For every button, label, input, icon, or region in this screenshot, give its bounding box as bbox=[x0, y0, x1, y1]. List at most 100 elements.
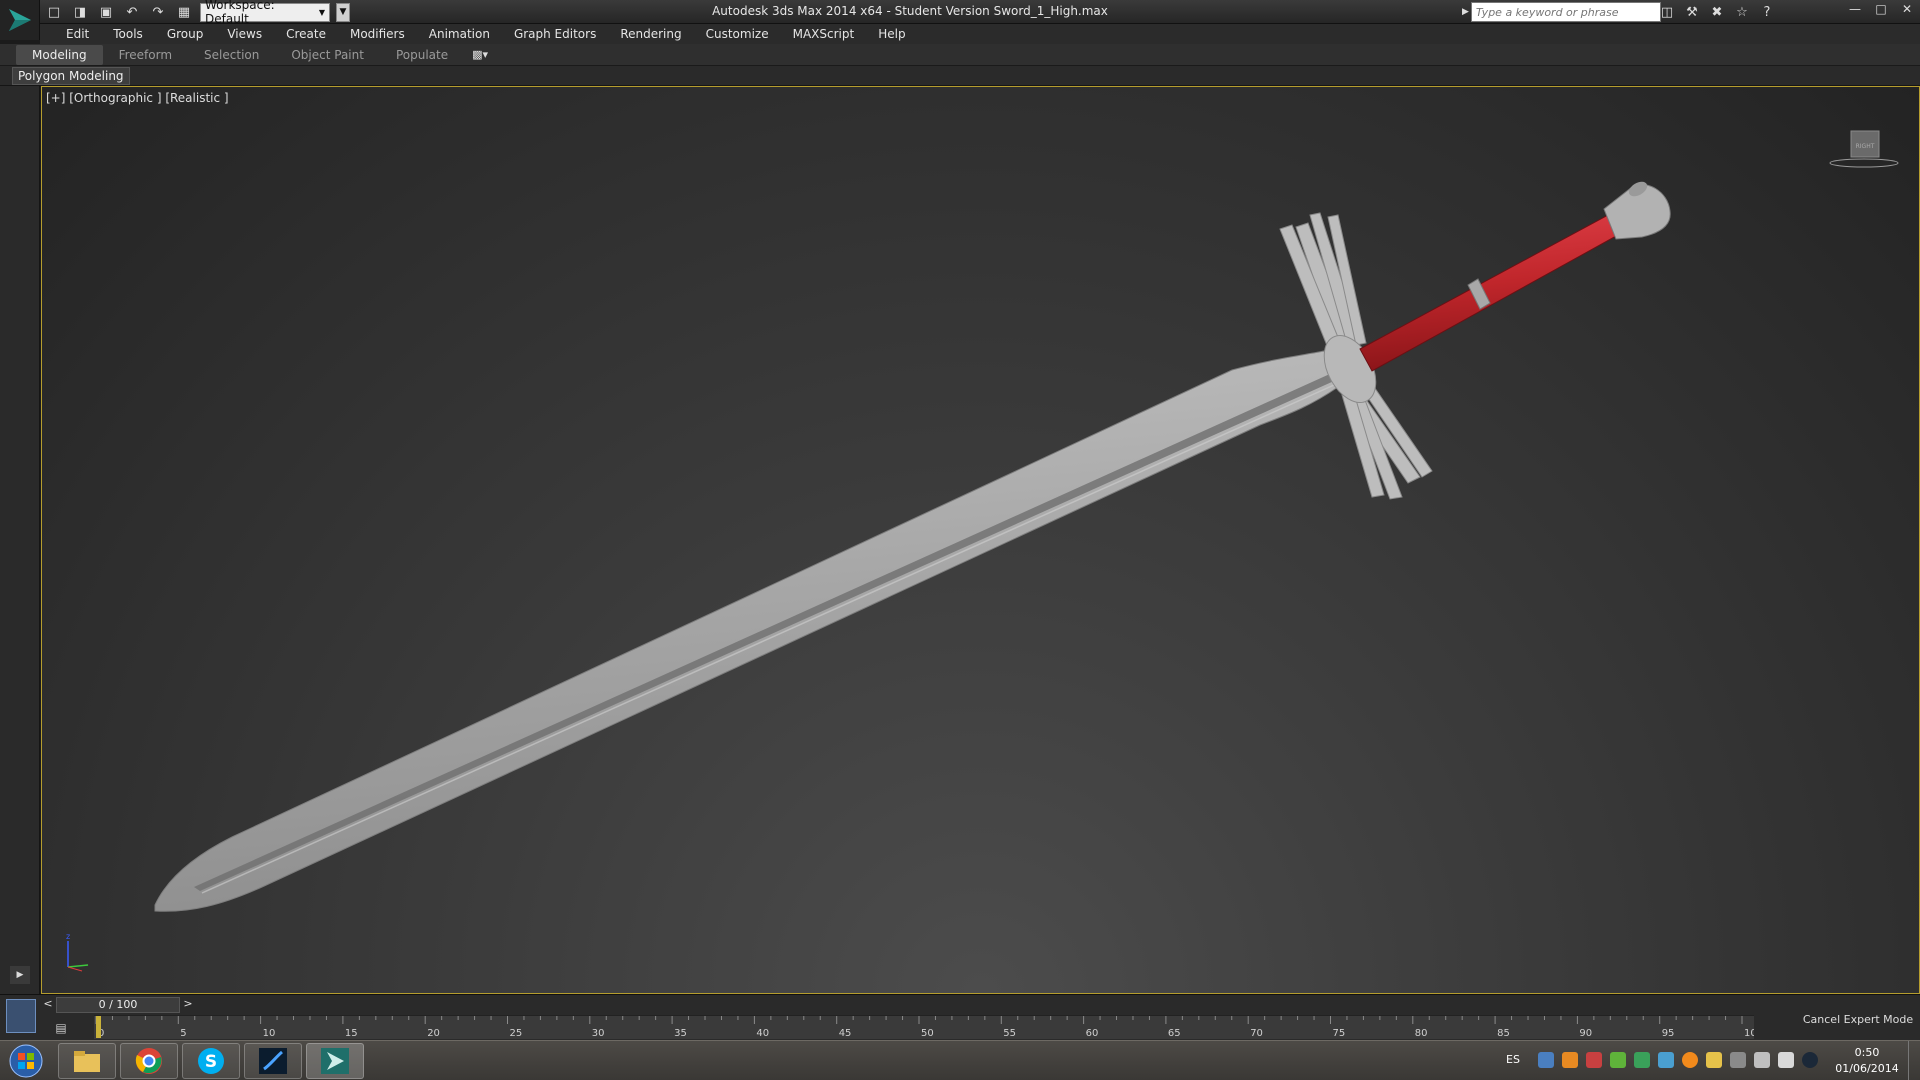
exchange-icon[interactable]: ✖ bbox=[1708, 3, 1726, 21]
menu-graph-editors[interactable]: Graph Editors bbox=[502, 27, 608, 41]
ribbon-side-strip: ▶ bbox=[0, 86, 40, 994]
action-center-flag-icon[interactable] bbox=[1778, 1052, 1794, 1068]
axis-z-label: z bbox=[66, 932, 70, 941]
timeline-tick-label: 55 bbox=[1003, 1028, 1016, 1039]
ribbon-options-icon[interactable]: ▩▾ bbox=[472, 48, 496, 61]
timeline-tick-label: 70 bbox=[1250, 1028, 1263, 1039]
close-icon[interactable]: ✕ bbox=[1894, 0, 1920, 18]
minimize-icon[interactable]: — bbox=[1842, 0, 1868, 18]
clock-date: 01/06/2014 bbox=[1835, 1062, 1899, 1075]
game-launcher-icon[interactable] bbox=[244, 1043, 302, 1079]
timeline-tick-label: 50 bbox=[921, 1028, 934, 1039]
menu-help[interactable]: Help bbox=[866, 27, 917, 41]
next-frame-button[interactable]: > bbox=[182, 997, 194, 1013]
timeline-tick-label: 15 bbox=[345, 1028, 358, 1039]
window-controls: — □ ✕ bbox=[1842, 0, 1920, 18]
curve-editor-icon[interactable]: ▤ bbox=[50, 1019, 72, 1037]
application-button[interactable] bbox=[0, 0, 40, 40]
viewport-label[interactable]: [+] [Orthographic ] [Realistic ] bbox=[46, 91, 229, 105]
menu-maxscript[interactable]: MAXScript bbox=[781, 27, 867, 41]
timeline-tick-label: 90 bbox=[1579, 1028, 1592, 1039]
project-folder-icon[interactable]: ▦ bbox=[174, 3, 194, 21]
maximize-icon[interactable]: □ bbox=[1868, 0, 1894, 18]
viewport-orthographic[interactable]: [+] [Orthographic ] [Realistic ] RIGHT z bbox=[41, 86, 1920, 994]
sword-fuller-highlight bbox=[201, 384, 1335, 894]
binoculars-icon[interactable]: ◫ bbox=[1658, 3, 1676, 21]
avast-tray-icon[interactable] bbox=[1682, 1052, 1698, 1068]
polygon-modeling-panel[interactable]: Polygon Modeling bbox=[12, 67, 130, 85]
track-bar[interactable]: 0 5 10 15 20 25 30 35 40 45 50 55 60 65 70 75 80 85 90 95 10… bbox=[94, 1015, 1754, 1039]
timeline-tick-label: 60 bbox=[1086, 1028, 1099, 1039]
folder-tray-icon[interactable] bbox=[1706, 1052, 1722, 1068]
timeline-tick-label: 80 bbox=[1415, 1028, 1428, 1039]
network-tray-icon[interactable] bbox=[1538, 1052, 1554, 1068]
current-frame-marker[interactable] bbox=[96, 1016, 101, 1038]
workspace-dropdown[interactable]: Workspace: Default ▼ bbox=[200, 0, 330, 26]
tab-modeling[interactable]: Modeling bbox=[16, 44, 103, 65]
show-desktop-button[interactable] bbox=[1908, 1041, 1920, 1080]
timeline-tick-label: 45 bbox=[839, 1028, 852, 1039]
new-file-icon[interactable]: □ bbox=[44, 3, 64, 21]
time-slider[interactable]: 0 / 100 bbox=[56, 997, 180, 1013]
menu-create[interactable]: Create bbox=[274, 27, 338, 41]
menu-modifiers[interactable]: Modifiers bbox=[338, 27, 417, 41]
menu-animation[interactable]: Animation bbox=[417, 27, 502, 41]
open-file-icon[interactable]: ◨ bbox=[70, 3, 90, 21]
skype-icon[interactable]: S bbox=[182, 1043, 240, 1079]
sword-grip[interactable] bbox=[1359, 214, 1619, 372]
sword-pommel[interactable] bbox=[1603, 179, 1671, 240]
save-icon[interactable]: ▣ bbox=[96, 3, 116, 21]
timeline-tick-label: 30 bbox=[592, 1028, 605, 1039]
viewcube[interactable]: RIGHT bbox=[1829, 127, 1899, 171]
undo-icon[interactable]: ↶ bbox=[122, 3, 142, 21]
tab-selection[interactable]: Selection bbox=[188, 45, 275, 65]
3ds-max-icon[interactable] bbox=[306, 1043, 364, 1079]
sword-model[interactable] bbox=[42, 87, 1920, 994]
clock[interactable]: 0:50 01/06/2014 bbox=[1832, 1045, 1902, 1077]
chrome-icon[interactable] bbox=[120, 1043, 178, 1079]
menu-customize[interactable]: Customize bbox=[694, 27, 781, 41]
signal-bars-icon[interactable] bbox=[1730, 1052, 1746, 1068]
axis-tripod: z bbox=[66, 932, 89, 972]
sync-tray-icon[interactable] bbox=[1634, 1052, 1650, 1068]
menu-rendering[interactable]: Rendering bbox=[608, 27, 693, 41]
windows-taskbar: S ES 0:50 01/06/2014 bbox=[0, 1040, 1920, 1080]
tab-populate[interactable]: Populate bbox=[380, 45, 464, 65]
language-indicator[interactable]: ES bbox=[1506, 1053, 1520, 1066]
timeline-tick-label: 85 bbox=[1497, 1028, 1510, 1039]
menu-edit[interactable]: Edit bbox=[54, 27, 101, 41]
workspace-menu-arrow[interactable]: ▼ bbox=[336, 2, 350, 22]
svg-text:S: S bbox=[205, 1052, 217, 1072]
timeline-tick-label: 35 bbox=[674, 1028, 687, 1039]
prev-frame-button[interactable]: < bbox=[42, 997, 54, 1013]
tab-object-paint[interactable]: Object Paint bbox=[275, 45, 380, 65]
steam-tray-icon[interactable] bbox=[1802, 1052, 1818, 1068]
system-tray bbox=[1538, 1052, 1818, 1068]
speaker-alert-icon[interactable] bbox=[1586, 1052, 1602, 1068]
file-explorer-icon[interactable] bbox=[58, 1043, 116, 1079]
menu-group[interactable]: Group bbox=[155, 27, 216, 41]
help-icon[interactable]: ? bbox=[1758, 3, 1776, 21]
redo-icon[interactable]: ↷ bbox=[148, 3, 168, 21]
star-icon[interactable]: ☆ bbox=[1733, 3, 1751, 21]
display-tray-icon[interactable] bbox=[1658, 1052, 1674, 1068]
expand-arrow-icon[interactable]: ▶ bbox=[1462, 7, 1469, 17]
timeline-tick-label: 95 bbox=[1662, 1028, 1675, 1039]
start-icon[interactable] bbox=[4, 1042, 48, 1080]
volume-icon[interactable] bbox=[1754, 1052, 1770, 1068]
clock-time: 0:50 bbox=[1854, 1046, 1880, 1059]
ribbon: Modeling Freeform Selection Object Paint… bbox=[0, 44, 1920, 66]
torch-tray-icon[interactable] bbox=[1562, 1052, 1578, 1068]
cancel-expert-mode-button[interactable]: Cancel Expert Mode bbox=[1800, 1009, 1916, 1029]
expand-ribbon-icon[interactable]: ▶ bbox=[10, 966, 30, 984]
viewcube-face-label: RIGHT bbox=[1856, 143, 1875, 150]
timeline-tick-label: 20 bbox=[427, 1028, 440, 1039]
utorrent-tray-icon[interactable] bbox=[1610, 1052, 1626, 1068]
infocenter-icons: ◫ ⚒ ✖ ☆ ? bbox=[1658, 3, 1776, 21]
tab-freeform[interactable]: Freeform bbox=[103, 45, 188, 65]
tools-icon[interactable]: ⚒ bbox=[1683, 3, 1701, 21]
auto-key-button[interactable] bbox=[6, 999, 36, 1033]
menu-views[interactable]: Views bbox=[215, 27, 274, 41]
menu-tools[interactable]: Tools bbox=[101, 27, 155, 41]
search-input[interactable] bbox=[1470, 2, 1661, 22]
